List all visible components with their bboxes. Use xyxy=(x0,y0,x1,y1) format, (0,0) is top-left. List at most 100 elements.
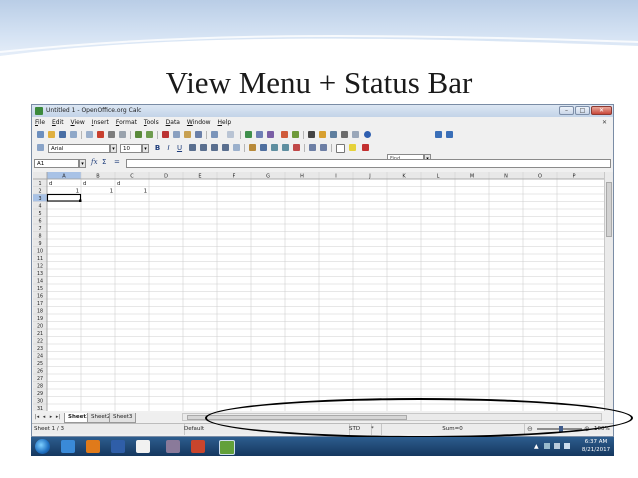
row-header-29[interactable]: 29 xyxy=(37,391,43,397)
row-header-13[interactable]: 13 xyxy=(37,271,43,277)
insert-chart-icon[interactable] xyxy=(281,131,288,138)
format-paintbrush-icon[interactable] xyxy=(195,131,202,138)
row-header-22[interactable]: 22 xyxy=(37,338,43,344)
powerpoint-icon[interactable] xyxy=(191,440,205,453)
background-color-icon[interactable] xyxy=(349,144,356,151)
prev-sheet-icon[interactable]: ◂ xyxy=(41,414,47,421)
document-icon[interactable] xyxy=(136,440,150,453)
edit-file-icon[interactable] xyxy=(86,131,93,138)
merge-cells-icon[interactable] xyxy=(233,144,240,151)
find-next-icon[interactable] xyxy=(435,131,442,138)
name-box[interactable]: A1 xyxy=(34,159,79,168)
maximize-button[interactable]: □ xyxy=(575,106,590,115)
close-button[interactable]: ✕ xyxy=(591,106,612,115)
row-header-10[interactable]: 10 xyxy=(37,248,43,254)
borders-icon[interactable] xyxy=(336,144,345,153)
row-header-2[interactable]: 2 xyxy=(38,188,41,194)
calc-taskbar-icon[interactable] xyxy=(219,440,235,455)
menu-window[interactable]: Window xyxy=(187,118,211,128)
align-center-icon[interactable] xyxy=(200,144,207,151)
row-header-25[interactable]: 25 xyxy=(37,361,43,367)
hyperlink-icon[interactable] xyxy=(245,131,252,138)
row-header-28[interactable]: 28 xyxy=(37,383,43,389)
menu-data[interactable]: Data xyxy=(166,118,180,128)
sort-descending-icon[interactable] xyxy=(267,131,274,138)
vertical-scrollbar[interactable] xyxy=(604,172,613,411)
cell-value[interactable]: 1 xyxy=(110,188,113,194)
name-box-dropdown-icon[interactable]: ▾ xyxy=(79,159,86,168)
justify-icon[interactable] xyxy=(222,144,229,151)
row-header-26[interactable]: 26 xyxy=(37,368,43,374)
row-header-16[interactable]: 16 xyxy=(37,293,43,299)
row-header-15[interactable]: 15 xyxy=(37,286,43,292)
grid-canvas[interactable]: A B C D E F G H I J K L M N O P123456789101112131415161… xyxy=(33,172,604,411)
tray-arrow-icon[interactable]: ▲ xyxy=(534,443,539,450)
formula-input[interactable] xyxy=(126,159,611,168)
find-previous-icon[interactable] xyxy=(446,131,453,138)
cell-value[interactable]: 1 xyxy=(144,188,147,194)
menu-insert[interactable]: Insert xyxy=(92,118,109,128)
print-icon[interactable] xyxy=(108,131,115,138)
align-left-icon[interactable] xyxy=(189,144,196,151)
start-button[interactable] xyxy=(35,439,50,454)
open-folder-icon[interactable] xyxy=(48,131,55,138)
standard-format-icon[interactable] xyxy=(271,144,278,151)
row-header-27[interactable]: 27 xyxy=(37,376,43,382)
menu-file[interactable]: File xyxy=(35,118,45,128)
autospell-icon[interactable] xyxy=(146,131,153,138)
close-document-icon[interactable]: ✕ xyxy=(602,119,607,126)
menu-edit[interactable]: Edit xyxy=(52,118,64,128)
menu-format[interactable]: Format xyxy=(116,118,137,128)
last-sheet-icon[interactable]: ▸| xyxy=(55,414,61,421)
cell-value[interactable]: d xyxy=(49,181,52,187)
spreadsheet-grid[interactable]: A B C D E F G H I J K L M N O P 1 2 3 4 5 6 7 8 9 10 11 12 13 14 15 16 1… xyxy=(33,172,604,411)
tab-sheet3[interactable]: Sheet3 xyxy=(109,413,137,423)
font-name-dropdown-icon[interactable]: ▾ xyxy=(110,144,117,153)
vertical-scroll-thumb[interactable] xyxy=(606,182,612,237)
percent-format-icon[interactable] xyxy=(260,144,267,151)
menu-help[interactable]: Help xyxy=(218,118,232,128)
row-header-14[interactable]: 14 xyxy=(37,278,43,284)
help-icon[interactable] xyxy=(364,131,371,138)
redo-icon[interactable] xyxy=(227,131,234,138)
spellcheck-icon[interactable] xyxy=(135,131,142,138)
clock-date[interactable]: 8/21/2017 xyxy=(579,446,613,454)
row-header-7[interactable]: 7 xyxy=(38,226,41,232)
undo-icon[interactable] xyxy=(211,131,218,138)
font-color-icon[interactable] xyxy=(362,144,369,151)
email-icon[interactable] xyxy=(70,131,77,138)
cut-icon[interactable] xyxy=(162,131,169,138)
styles-formatting-icon[interactable] xyxy=(37,144,44,151)
font-name-field[interactable]: Arial xyxy=(48,144,110,153)
fill-handle[interactable] xyxy=(79,199,82,203)
sort-ascending-icon[interactable] xyxy=(256,131,263,138)
cell-value[interactable]: 1 xyxy=(76,188,79,194)
tray-volume-icon[interactable] xyxy=(564,443,570,449)
row-header-21[interactable]: 21 xyxy=(37,331,43,337)
row-header-23[interactable]: 23 xyxy=(37,346,43,352)
row-header-12[interactable]: 12 xyxy=(37,263,43,269)
row-header-17[interactable]: 17 xyxy=(37,301,43,307)
row-header-8[interactable]: 8 xyxy=(38,233,41,239)
save-icon[interactable] xyxy=(59,131,66,138)
photoshop-icon[interactable] xyxy=(166,440,180,453)
zoom-icon[interactable] xyxy=(352,131,359,138)
row-header-6[interactable]: 6 xyxy=(38,218,41,224)
tray-network-icon[interactable] xyxy=(554,443,560,449)
row-header-3[interactable]: 3 xyxy=(38,196,41,202)
show-draw-functions-icon[interactable] xyxy=(292,131,299,138)
font-size-dropdown-icon[interactable]: ▾ xyxy=(142,144,149,153)
print-preview-icon[interactable] xyxy=(119,131,126,138)
clock-time[interactable]: 6:37 AM xyxy=(579,438,613,446)
function-icon[interactable]: = xyxy=(114,158,120,166)
menu-tools[interactable]: Tools xyxy=(144,118,159,128)
function-wizard-icon[interactable]: fx xyxy=(91,158,98,166)
decrease-indent-icon[interactable] xyxy=(309,144,316,151)
data-sources-icon[interactable] xyxy=(341,131,348,138)
align-right-icon[interactable] xyxy=(211,144,218,151)
tray-flag-icon[interactable] xyxy=(544,443,550,449)
bold-button[interactable]: B xyxy=(153,144,162,153)
media-player-icon[interactable] xyxy=(86,440,100,453)
row-header-31[interactable]: 31 xyxy=(37,406,43,411)
menu-view[interactable]: View xyxy=(71,118,85,128)
